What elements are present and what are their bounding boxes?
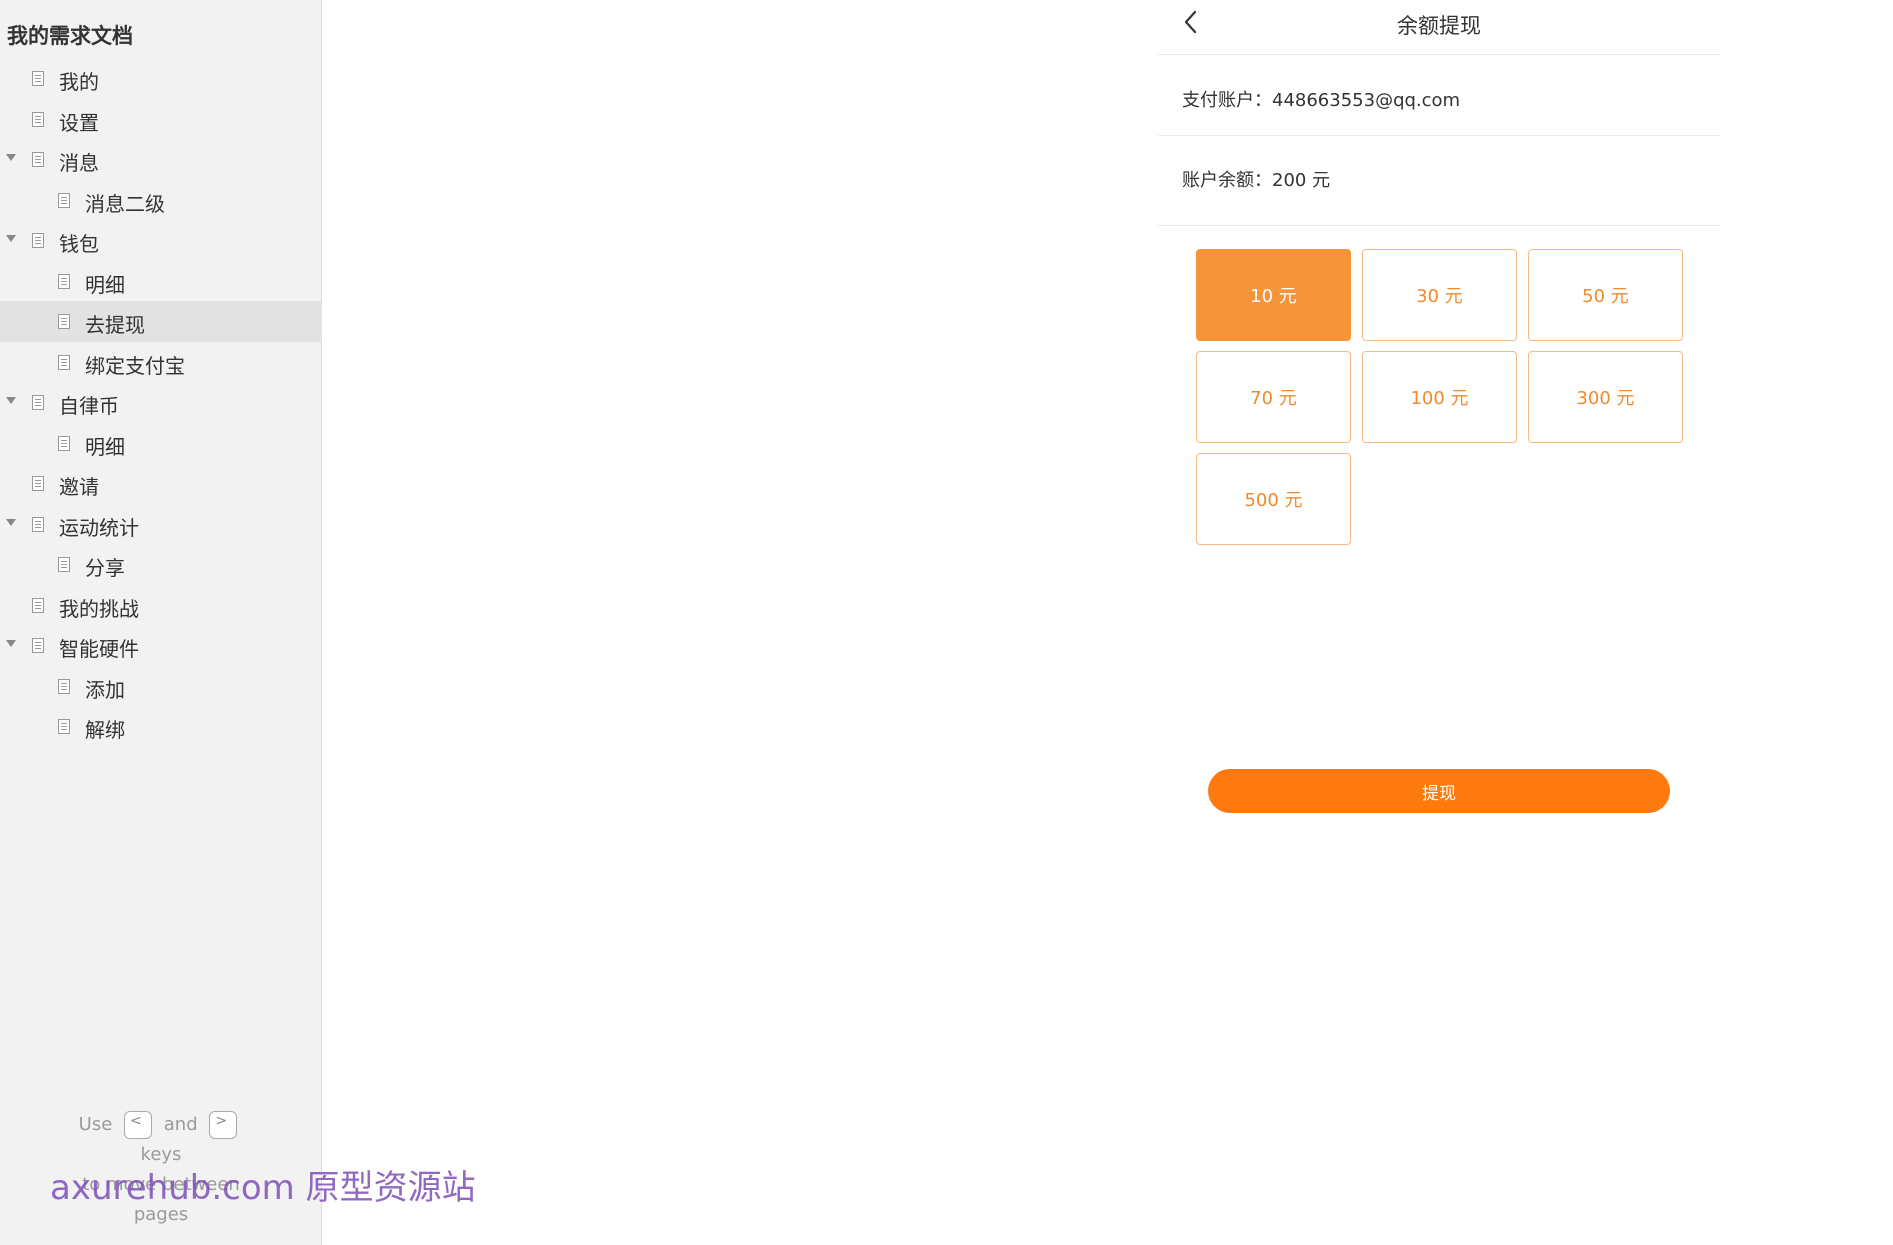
hint-and: and <box>163 1114 198 1135</box>
amount-option[interactable]: 70 元 <box>1196 351 1351 443</box>
sidebar: 我的需求文档 我的 设置 消息 消息二级 钱包 明细 去提现 绑定支付宝 自律币… <box>0 0 322 1245</box>
tree-item-label: 自律币 <box>59 394 119 418</box>
page-icon <box>58 435 70 451</box>
caret-down-icon[interactable] <box>6 154 16 161</box>
page-icon <box>58 273 70 289</box>
tree-item-label: 邀请 <box>59 475 99 499</box>
withdraw-button[interactable]: 提现 <box>1208 769 1670 813</box>
tree-item-jiebang[interactable]: 解绑 <box>0 706 322 747</box>
tree-item-label: 消息 <box>59 151 99 175</box>
tree-item-label: 消息二级 <box>85 191 165 216</box>
tree-item-zilvbi-mingxi[interactable]: 明细 <box>0 423 322 464</box>
tree-item-yaoqing[interactable]: 邀请 <box>0 463 322 504</box>
amount-option[interactable]: 300 元 <box>1528 351 1683 443</box>
page-icon <box>32 152 44 167</box>
withdraw-page: 余额提现 支付账户：448663553@qq.com 账户余额：200 元 10… <box>1158 0 1720 1245</box>
page-icon <box>32 476 44 491</box>
page-icon <box>32 638 44 653</box>
amount-option[interactable]: 10 元 <box>1196 249 1351 341</box>
page-tree: 我的 设置 消息 消息二级 钱包 明细 去提现 绑定支付宝 自律币 明细 邀请 … <box>0 58 322 747</box>
amount-option[interactable]: 500 元 <box>1196 453 1351 545</box>
tree-item-label: 分享 <box>85 556 125 580</box>
tree-item-label: 我的挑战 <box>59 596 139 621</box>
next-key-icon: > <box>209 1111 238 1139</box>
page-icon <box>32 233 44 248</box>
tree-item-xiaoxi-erji[interactable]: 消息二级 <box>0 180 322 221</box>
tree-item-label: 运动统计 <box>59 515 139 540</box>
caret-down-icon[interactable] <box>6 518 16 526</box>
balance-row: 账户余额：200 元 <box>1158 136 1720 226</box>
tree-item-qianbao[interactable]: 钱包 <box>0 220 322 261</box>
tree-item-label: 解绑 <box>85 718 125 742</box>
page-icon <box>58 557 70 572</box>
nav-bar: 余额提现 <box>1158 0 1720 55</box>
prev-key-icon: < <box>124 1111 153 1139</box>
tree-item-label: 设置 <box>59 110 99 135</box>
balance-text: 账户余额：200 元 <box>1182 170 1331 191</box>
tree-item-mingxi[interactable]: 明细 <box>0 261 322 302</box>
page-icon <box>58 192 70 208</box>
hint-use: Use <box>78 1114 113 1135</box>
page-icon <box>32 111 44 127</box>
tree-item-label: 智能硬件 <box>59 637 139 661</box>
tree-item-zilvbi[interactable]: 自律币 <box>0 382 322 423</box>
account-row: 支付账户：448663553@qq.com <box>1158 56 1720 136</box>
page-icon <box>32 597 44 613</box>
hint-line-1: Use < and > <box>0 1110 322 1140</box>
tree-item-label: 去提现 <box>85 313 145 337</box>
page-title: 余额提现 <box>1397 14 1481 38</box>
tree-item-wode[interactable]: 我的 <box>0 58 322 99</box>
caret-down-icon[interactable] <box>6 397 16 404</box>
tree-item-shezhi[interactable]: 设置 <box>0 99 322 140</box>
amount-option[interactable]: 100 元 <box>1362 351 1517 443</box>
tree-item-tianjia[interactable]: 添加 <box>0 666 322 707</box>
page-icon <box>58 314 70 329</box>
tree-item-label: 我的 <box>59 70 99 94</box>
amount-option[interactable]: 50 元 <box>1528 249 1683 341</box>
tree-item-xiaoxi[interactable]: 消息 <box>0 139 322 180</box>
document-title: 我的需求文档 <box>7 24 133 48</box>
tree-item-label: 钱包 <box>59 232 99 256</box>
account-text: 支付账户：448663553@qq.com <box>1182 90 1461 111</box>
watermark: axurehub.com 原型资源站 <box>50 1168 476 1208</box>
tree-item-label: 明细 <box>85 434 125 459</box>
amount-grid: 10 元 30 元 50 元 70 元 100 元 300 元 500 元 <box>1196 249 1686 549</box>
tree-item-wode-tiaozhan[interactable]: 我的挑战 <box>0 585 322 626</box>
caret-down-icon[interactable] <box>6 235 16 242</box>
tree-item-zhineng-yingjian[interactable]: 智能硬件 <box>0 625 322 666</box>
page-icon <box>32 395 44 410</box>
page-icon <box>32 516 44 532</box>
tree-item-label: 绑定支付宝 <box>85 353 185 378</box>
tree-item-qutixian[interactable]: 去提现 <box>0 301 322 342</box>
caret-down-icon[interactable] <box>6 640 16 647</box>
tree-item-bangding-zhifubao[interactable]: 绑定支付宝 <box>0 342 322 383</box>
amount-option[interactable]: 30 元 <box>1362 249 1517 341</box>
page-icon <box>58 678 70 694</box>
page-icon <box>32 71 44 86</box>
page-icon <box>58 354 70 370</box>
tree-item-label: 明细 <box>85 272 125 297</box>
tree-item-label: 添加 <box>85 677 125 702</box>
tree-item-yundong-tongji[interactable]: 运动统计 <box>0 504 322 545</box>
page-icon <box>58 719 70 734</box>
tree-item-fenxiang[interactable]: 分享 <box>0 544 322 585</box>
